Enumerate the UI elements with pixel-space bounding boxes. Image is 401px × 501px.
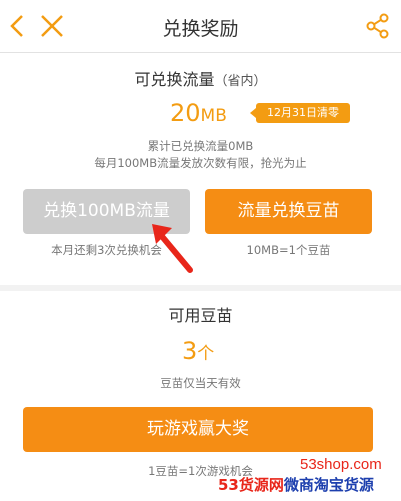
play-game-button[interactable]: 玩游戏赢大奖	[23, 407, 373, 452]
traffic-limit-note: 每月100MB流量发放次数有限，抢光为止	[94, 156, 307, 170]
share-icon[interactable]	[364, 12, 392, 40]
top-bar: 兑换奖励	[0, 0, 401, 53]
seedling-validity-note: 豆苗仅当天有效	[160, 376, 241, 390]
watermark-brand: 53货源网微商淘宝货源	[218, 474, 374, 495]
traffic-amount: 20MB	[170, 99, 227, 127]
watermark-brand-red: 53货源网	[218, 476, 284, 494]
seedling-count-number: 3	[182, 337, 198, 365]
seedling-count: 3个	[182, 337, 214, 365]
seedling-title: 可用豆苗	[168, 306, 233, 325]
conversion-rate-text: 10MB=1个豆苗	[246, 243, 331, 257]
traffic-amount-unit: MB	[200, 106, 227, 126]
watermark-brand-blue: 微商淘宝货源	[283, 476, 374, 494]
deadline-badge: 12月31日清零	[250, 103, 350, 123]
traffic-title-suffix: （省内）	[214, 74, 267, 89]
traffic-title-text: 可兑换流量	[134, 70, 215, 89]
convert-to-seedling-button[interactable]: 流量兑换豆苗	[205, 189, 372, 234]
traffic-title: 可兑换流量（省内）	[0, 66, 401, 90]
annotation-arrow-icon	[152, 224, 193, 273]
page-title: 兑换奖励	[162, 18, 239, 40]
traffic-total-note: 累计已兑换流量0MB	[147, 139, 254, 153]
seedling-count-unit: 个	[197, 344, 215, 364]
traffic-amount-number: 20	[170, 99, 201, 127]
watermark-url: 53shop.com	[300, 456, 382, 473]
